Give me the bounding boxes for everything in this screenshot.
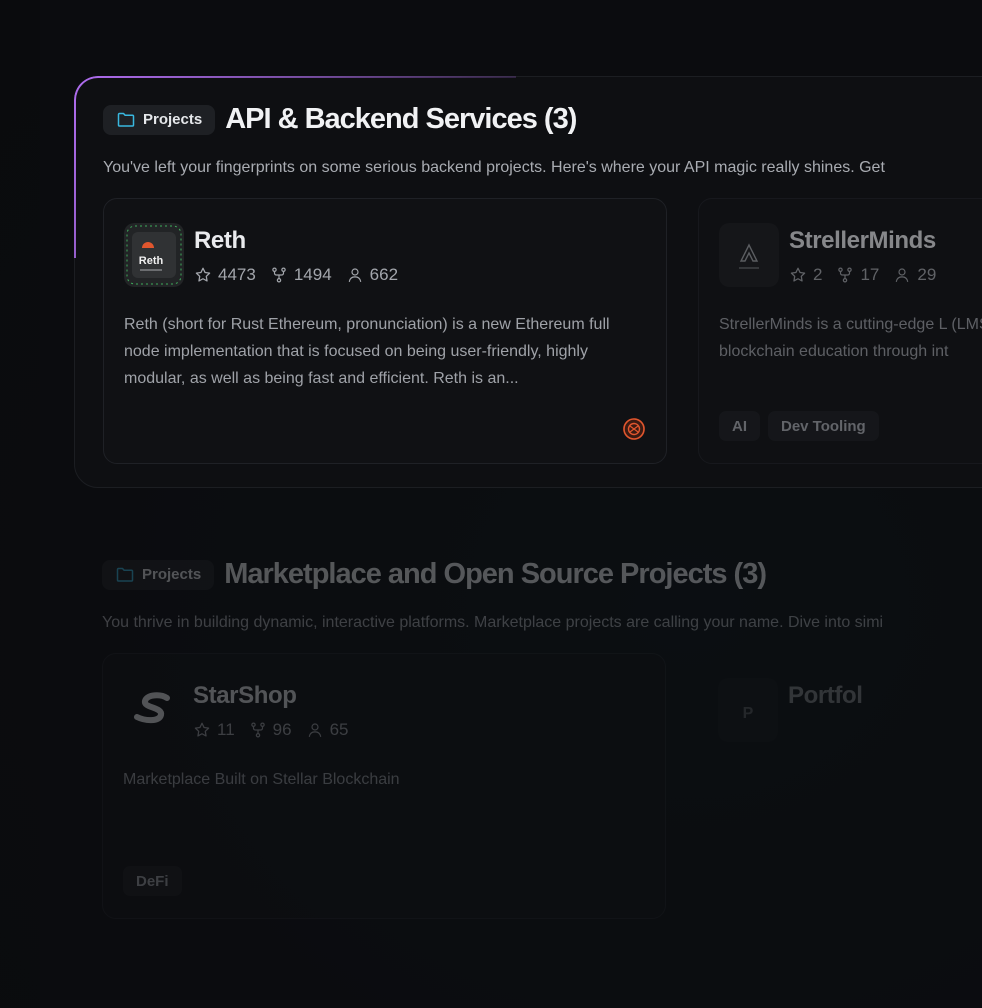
- fork-icon: [250, 722, 265, 738]
- project-card-strellerminds[interactable]: StrellerMinds 2 17 29 StrellerMinds is a…: [698, 198, 982, 464]
- section-header: Projects Marketplace and Open Source Pro…: [102, 558, 767, 591]
- section-title: Marketplace and Open Source Projects (3): [224, 558, 767, 590]
- folder-icon: [117, 112, 135, 127]
- section-description: You've left your fingerprints on some se…: [103, 159, 885, 176]
- tag-list: AI Dev Tooling: [719, 411, 879, 441]
- contributors-stat: 29: [893, 265, 936, 285]
- forks-count: 1494: [293, 265, 332, 284]
- star-icon: [195, 267, 211, 282]
- user-icon: [896, 268, 909, 282]
- card-description: Marketplace Built on Stellar Blockchain: [123, 771, 400, 788]
- star-icon: [790, 267, 806, 282]
- fork-icon: [838, 267, 853, 283]
- section-header: Projects API & Backend Services (3): [103, 103, 577, 136]
- reth-logo: Reth: [124, 223, 184, 287]
- stars-count: 11: [217, 720, 235, 739]
- tag[interactable]: AI: [719, 411, 760, 441]
- stars-count: 2: [813, 265, 823, 284]
- card-description: StrellerMinds is a cutting-edge L (LMS) …: [719, 316, 982, 360]
- page: Projects API & Backend Services (3) You'…: [0, 0, 982, 1008]
- card-description: Reth (short for Rust Ethereum, pronuncia…: [124, 316, 610, 387]
- tag[interactable]: Dev Tooling: [768, 411, 879, 441]
- projects-chip[interactable]: Projects: [103, 104, 216, 135]
- user-icon: [348, 268, 361, 282]
- contributors-stat: 662: [346, 265, 398, 285]
- forks-stat: 1494: [270, 265, 332, 285]
- card-title[interactable]: StrellerMinds: [789, 227, 936, 255]
- starshop-logo: [123, 678, 183, 742]
- star-icon: [194, 722, 210, 737]
- project-card-reth[interactable]: Reth Reth 4473 1494 662 Reth (short for …: [103, 198, 667, 464]
- user-icon: [308, 723, 321, 737]
- contributors-count: 29: [917, 265, 937, 284]
- portfol-logo-text: P: [743, 705, 754, 722]
- forks-count: 17: [860, 265, 880, 284]
- contributors-count: 65: [329, 720, 349, 739]
- stars-count: 4473: [218, 265, 256, 284]
- card-title[interactable]: Portfol: [788, 682, 863, 710]
- chip-label: Projects: [142, 566, 202, 583]
- card-title[interactable]: StarShop: [193, 682, 297, 710]
- reth-logo-text: Reth: [139, 255, 164, 267]
- forks-stat: 17: [836, 265, 879, 285]
- portfol-logo: P: [718, 678, 778, 742]
- fork-icon: [272, 267, 286, 283]
- stars-stat: 11: [193, 720, 235, 740]
- forks-stat: 96: [249, 720, 292, 740]
- tag[interactable]: DeFi: [123, 866, 182, 896]
- project-card-starshop[interactable]: StarShop 11 96 65 Marketplace Built on S…: [102, 653, 666, 919]
- projects-chip[interactable]: Projects: [102, 559, 215, 590]
- card-stats: 11 96 65: [193, 720, 349, 740]
- card-title[interactable]: Reth: [194, 227, 246, 255]
- section-marketplace: Projects Marketplace and Open Source Pro…: [74, 532, 982, 952]
- section-title: API & Backend Services (3): [225, 103, 577, 135]
- chip-label: Projects: [143, 111, 203, 128]
- owner-avatar-icon[interactable]: [622, 417, 646, 441]
- project-card-portfol[interactable]: P Portfol: [697, 653, 982, 919]
- card-stats: 2 17 29: [789, 265, 936, 285]
- section-description: You thrive in building dynamic, interact…: [102, 614, 884, 631]
- stars-stat: 2: [789, 265, 822, 285]
- strellerminds-logo: [719, 223, 779, 287]
- folder-icon: [116, 567, 134, 582]
- section-api-backend: Projects API & Backend Services (3) You'…: [74, 76, 982, 488]
- contributors-count: 662: [369, 265, 399, 284]
- card-stats: 4473 1494 662: [194, 265, 398, 285]
- tag-list: DeFi: [123, 866, 182, 896]
- contributors-stat: 65: [306, 720, 349, 740]
- forks-count: 96: [272, 720, 292, 739]
- stars-stat: 4473: [194, 265, 256, 285]
